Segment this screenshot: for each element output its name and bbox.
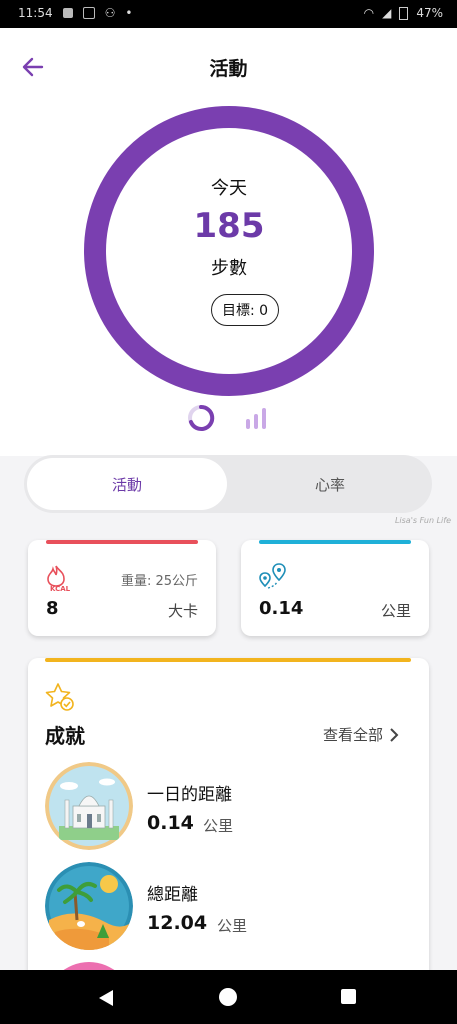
view-all-label: 查看全部 — [322, 726, 383, 744]
achievement-value: 12.04 — [147, 912, 208, 934]
more-notifications-icon: • — [125, 6, 133, 20]
nav-home-icon[interactable] — [219, 988, 237, 1006]
achievements-accent-strip — [45, 658, 411, 662]
chevron-right-icon — [390, 727, 399, 742]
status-bar: 11:54 ⚇ • ◠ ◢ 47% — [0, 0, 457, 28]
activity-heart-rate-tabs: 活動 心率 — [24, 455, 432, 513]
achievement-name: 總距離 — [147, 885, 198, 905]
system-nav-bar — [0, 970, 457, 1024]
calories-unit: 大卡 — [167, 602, 198, 620]
distance-accent-strip — [259, 540, 411, 544]
star-check-icon — [45, 683, 74, 711]
distance-value: 0.14 — [259, 598, 304, 619]
ring-view-icon[interactable] — [186, 403, 216, 433]
steps-summary: 今天 185 步數 目標: 0 — [0, 106, 457, 456]
tab-activity[interactable]: 活動 — [27, 458, 227, 510]
steps-progress-ring: 今天 185 步數 目標: 0 — [84, 106, 374, 396]
achievement-item-daily-distance[interactable]: 一日的距離 0.14 公里 — [45, 762, 405, 852]
calories-value: 8 — [46, 598, 59, 619]
distance-card[interactable]: 0.14 公里 — [241, 540, 429, 636]
signal-icon: ◢ — [382, 6, 392, 20]
notification-icon — [62, 8, 73, 18]
battery-percent: 47% — [416, 6, 443, 20]
app-screen: 活動 今天 185 步數 目標: 0 活動 心率 Lisa's Fun Life… — [0, 28, 457, 970]
achievement-item-total-distance[interactable]: 總距離 12.04 公里 — [45, 862, 405, 952]
steps-count: 185 — [193, 206, 265, 246]
calories-card[interactable]: KCAL 重量: 25公斤 8 大卡 — [28, 540, 216, 636]
wifi-icon: ◠ — [363, 6, 375, 20]
beach-island-badge-icon — [45, 862, 133, 950]
location-pins-icon — [259, 563, 286, 589]
page-title: 活動 — [209, 58, 248, 80]
top-bar: 活動 — [0, 28, 457, 106]
calories-accent-strip — [46, 540, 198, 544]
battery-icon — [399, 6, 409, 20]
goal-badge[interactable]: 目標: 0 — [211, 294, 280, 326]
nav-back-icon[interactable] — [96, 988, 116, 1008]
achievement-badge-partial[interactable] — [45, 962, 133, 970]
taj-mahal-badge-icon — [45, 762, 133, 850]
achievement-unit: 公里 — [203, 817, 234, 835]
status-time: 11:54 — [18, 6, 53, 20]
achievement-value: 0.14 — [147, 812, 194, 834]
kcal-flame-icon: KCAL — [47, 565, 71, 592]
achievements-title: 成就 — [45, 724, 85, 748]
steps-unit: 步數 — [211, 258, 247, 279]
achievement-unit: 公里 — [217, 917, 248, 935]
view-toggle — [186, 403, 268, 433]
nav-recents-icon[interactable] — [341, 989, 356, 1004]
notification-icon — [82, 7, 95, 19]
achievement-name: 一日的距離 — [147, 785, 232, 805]
view-all-link[interactable]: 查看全部 — [323, 724, 399, 745]
tab-heart-rate[interactable]: 心率 — [228, 455, 432, 513]
bar-chart-view-icon[interactable] — [244, 405, 268, 431]
period-label: 今天 — [211, 178, 247, 199]
svg-text:KCAL: KCAL — [50, 585, 71, 592]
distance-unit: 公里 — [380, 602, 411, 620]
achievements-card: 成就 查看全部 一日的距離 0.14 公里 總距離 12.04 公里 — [28, 658, 429, 970]
watermark: Lisa's Fun Life — [394, 516, 451, 525]
notification-icon: ⚇ — [104, 6, 116, 20]
weight-label: 重量: 25公斤 — [120, 574, 198, 589]
